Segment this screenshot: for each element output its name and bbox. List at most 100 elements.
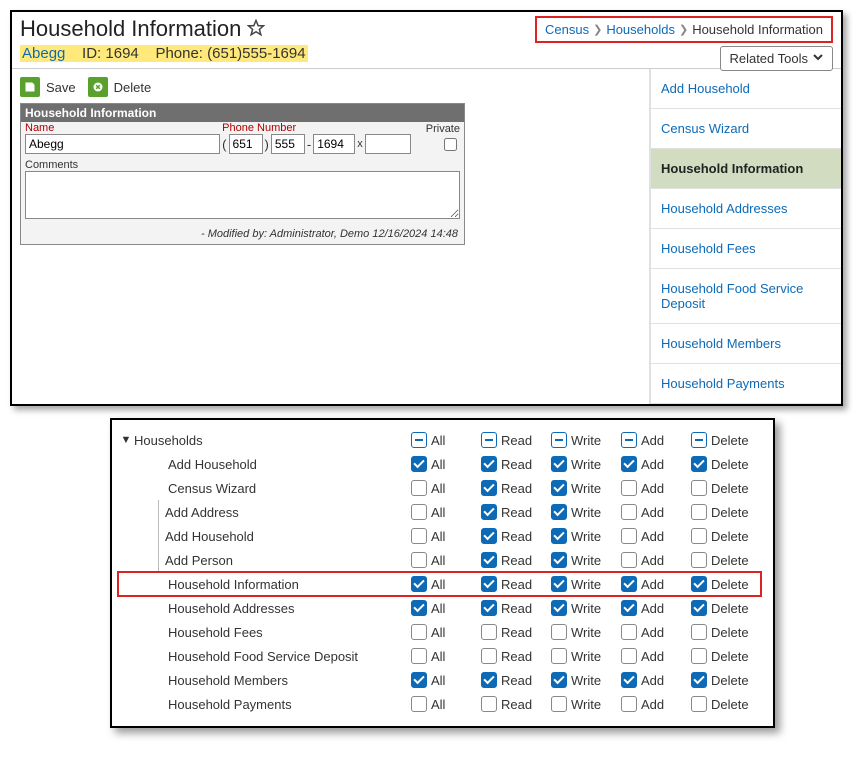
permission-checkbox[interactable] [481,504,497,520]
nav-item[interactable]: Household Members [651,324,841,364]
private-checkbox[interactable] [444,138,457,151]
nav-item[interactable]: Household Payments [651,364,841,404]
permission-checkbox[interactable] [621,528,637,544]
permission-row: Add PersonAllReadWriteAddDelete [118,548,761,572]
permission-checkbox[interactable] [691,624,707,640]
permission-checkbox[interactable] [691,672,707,688]
permission-cell: Read [481,696,551,712]
permission-checkbox[interactable] [621,624,637,640]
permission-checkbox[interactable] [621,696,637,712]
nav-item[interactable]: Household Food Service Deposit [651,269,841,324]
permission-checkbox[interactable] [551,432,567,448]
related-tools-button[interactable]: Related Tools [720,46,833,71]
permission-checkbox[interactable] [411,576,427,592]
modified-line: - Modified by: Administrator, Demo 12/16… [21,226,464,244]
permission-checkbox[interactable] [621,672,637,688]
permission-checkbox[interactable] [481,528,497,544]
permission-checkbox[interactable] [691,504,707,520]
permission-checkbox[interactable] [551,672,567,688]
permission-checkbox[interactable] [551,648,567,664]
permission-checkbox[interactable] [551,600,567,616]
permission-checkbox[interactable] [621,456,637,472]
save-button[interactable]: Save [20,77,76,97]
permission-checkbox[interactable] [551,480,567,496]
permission-checkbox[interactable] [481,696,497,712]
nav-item[interactable]: Household Fees [651,229,841,269]
phone-prefix-input[interactable] [271,134,305,154]
phone-area-input[interactable] [229,134,263,154]
permission-checkbox[interactable] [691,456,707,472]
permission-checkbox[interactable] [411,456,427,472]
permission-checkbox[interactable] [551,696,567,712]
record-name: Abegg [22,45,65,62]
permission-row: Household MembersAllReadWriteAddDelete [118,668,761,692]
permission-checkbox[interactable] [621,648,637,664]
permission-checkbox[interactable] [411,648,427,664]
phone-line-input[interactable] [313,134,355,154]
permission-checkbox[interactable] [551,528,567,544]
favorite-star-icon[interactable] [247,19,265,40]
permission-cell: Read [481,504,551,520]
permission-checkbox[interactable] [551,552,567,568]
permission-checkbox[interactable] [551,504,567,520]
permission-checkbox[interactable] [691,552,707,568]
label-private: Private [426,123,460,135]
permission-checkbox[interactable] [411,624,427,640]
permission-checkbox[interactable] [481,648,497,664]
permission-checkbox[interactable] [621,552,637,568]
permission-checkbox[interactable] [411,672,427,688]
permission-checkbox[interactable] [621,480,637,496]
permission-checkbox[interactable] [481,600,497,616]
permission-cell: Delete [691,696,761,712]
permission-checkbox[interactable] [691,600,707,616]
permission-cell: Delete [691,576,761,592]
permission-label: Household Fees [168,625,263,640]
nav-item[interactable]: Add Household [651,69,841,109]
comments-textarea[interactable] [25,171,460,219]
breadcrumb-link[interactable]: Census [545,22,589,37]
permission-checkbox[interactable] [411,600,427,616]
permission-cell: Write [551,672,621,688]
permission-checkbox[interactable] [691,576,707,592]
caret-down-icon[interactable]: ▼ [118,434,134,446]
permission-cell: Write [551,432,621,448]
permission-checkbox[interactable] [621,600,637,616]
permission-checkbox[interactable] [691,528,707,544]
nav-item[interactable]: Household Information [651,149,841,189]
phone-ext-input[interactable] [365,134,411,154]
delete-button[interactable]: Delete [88,77,152,97]
permission-checkbox[interactable] [551,456,567,472]
permission-cell: Delete [691,648,761,664]
breadcrumb-link[interactable]: Households [606,22,675,37]
permission-cell: Delete [691,552,761,568]
permission-checkbox[interactable] [411,552,427,568]
permission-checkbox[interactable] [621,576,637,592]
permission-checkbox[interactable] [481,480,497,496]
permission-checkbox[interactable] [621,504,637,520]
permission-checkbox[interactable] [411,432,427,448]
nav-item[interactable]: Census Wizard [651,109,841,149]
permission-cell: Add [621,648,691,664]
permission-checkbox[interactable] [481,432,497,448]
permission-checkbox[interactable] [481,576,497,592]
permission-checkbox[interactable] [551,576,567,592]
side-nav: Add HouseholdCensus WizardHousehold Info… [649,69,841,404]
permission-checkbox[interactable] [691,480,707,496]
permission-cell: Delete [691,624,761,640]
permission-checkbox[interactable] [621,432,637,448]
permission-checkbox[interactable] [411,696,427,712]
permission-checkbox[interactable] [411,528,427,544]
permission-label: Census Wizard [168,481,256,496]
permission-checkbox[interactable] [481,624,497,640]
permission-checkbox[interactable] [551,624,567,640]
nav-item[interactable]: Household Addresses [651,189,841,229]
permission-checkbox[interactable] [411,504,427,520]
permission-checkbox[interactable] [691,432,707,448]
permission-checkbox[interactable] [411,480,427,496]
permission-checkbox[interactable] [691,696,707,712]
permission-checkbox[interactable] [481,672,497,688]
name-input[interactable] [25,134,220,154]
permission-checkbox[interactable] [691,648,707,664]
permission-checkbox[interactable] [481,456,497,472]
permission-checkbox[interactable] [481,552,497,568]
